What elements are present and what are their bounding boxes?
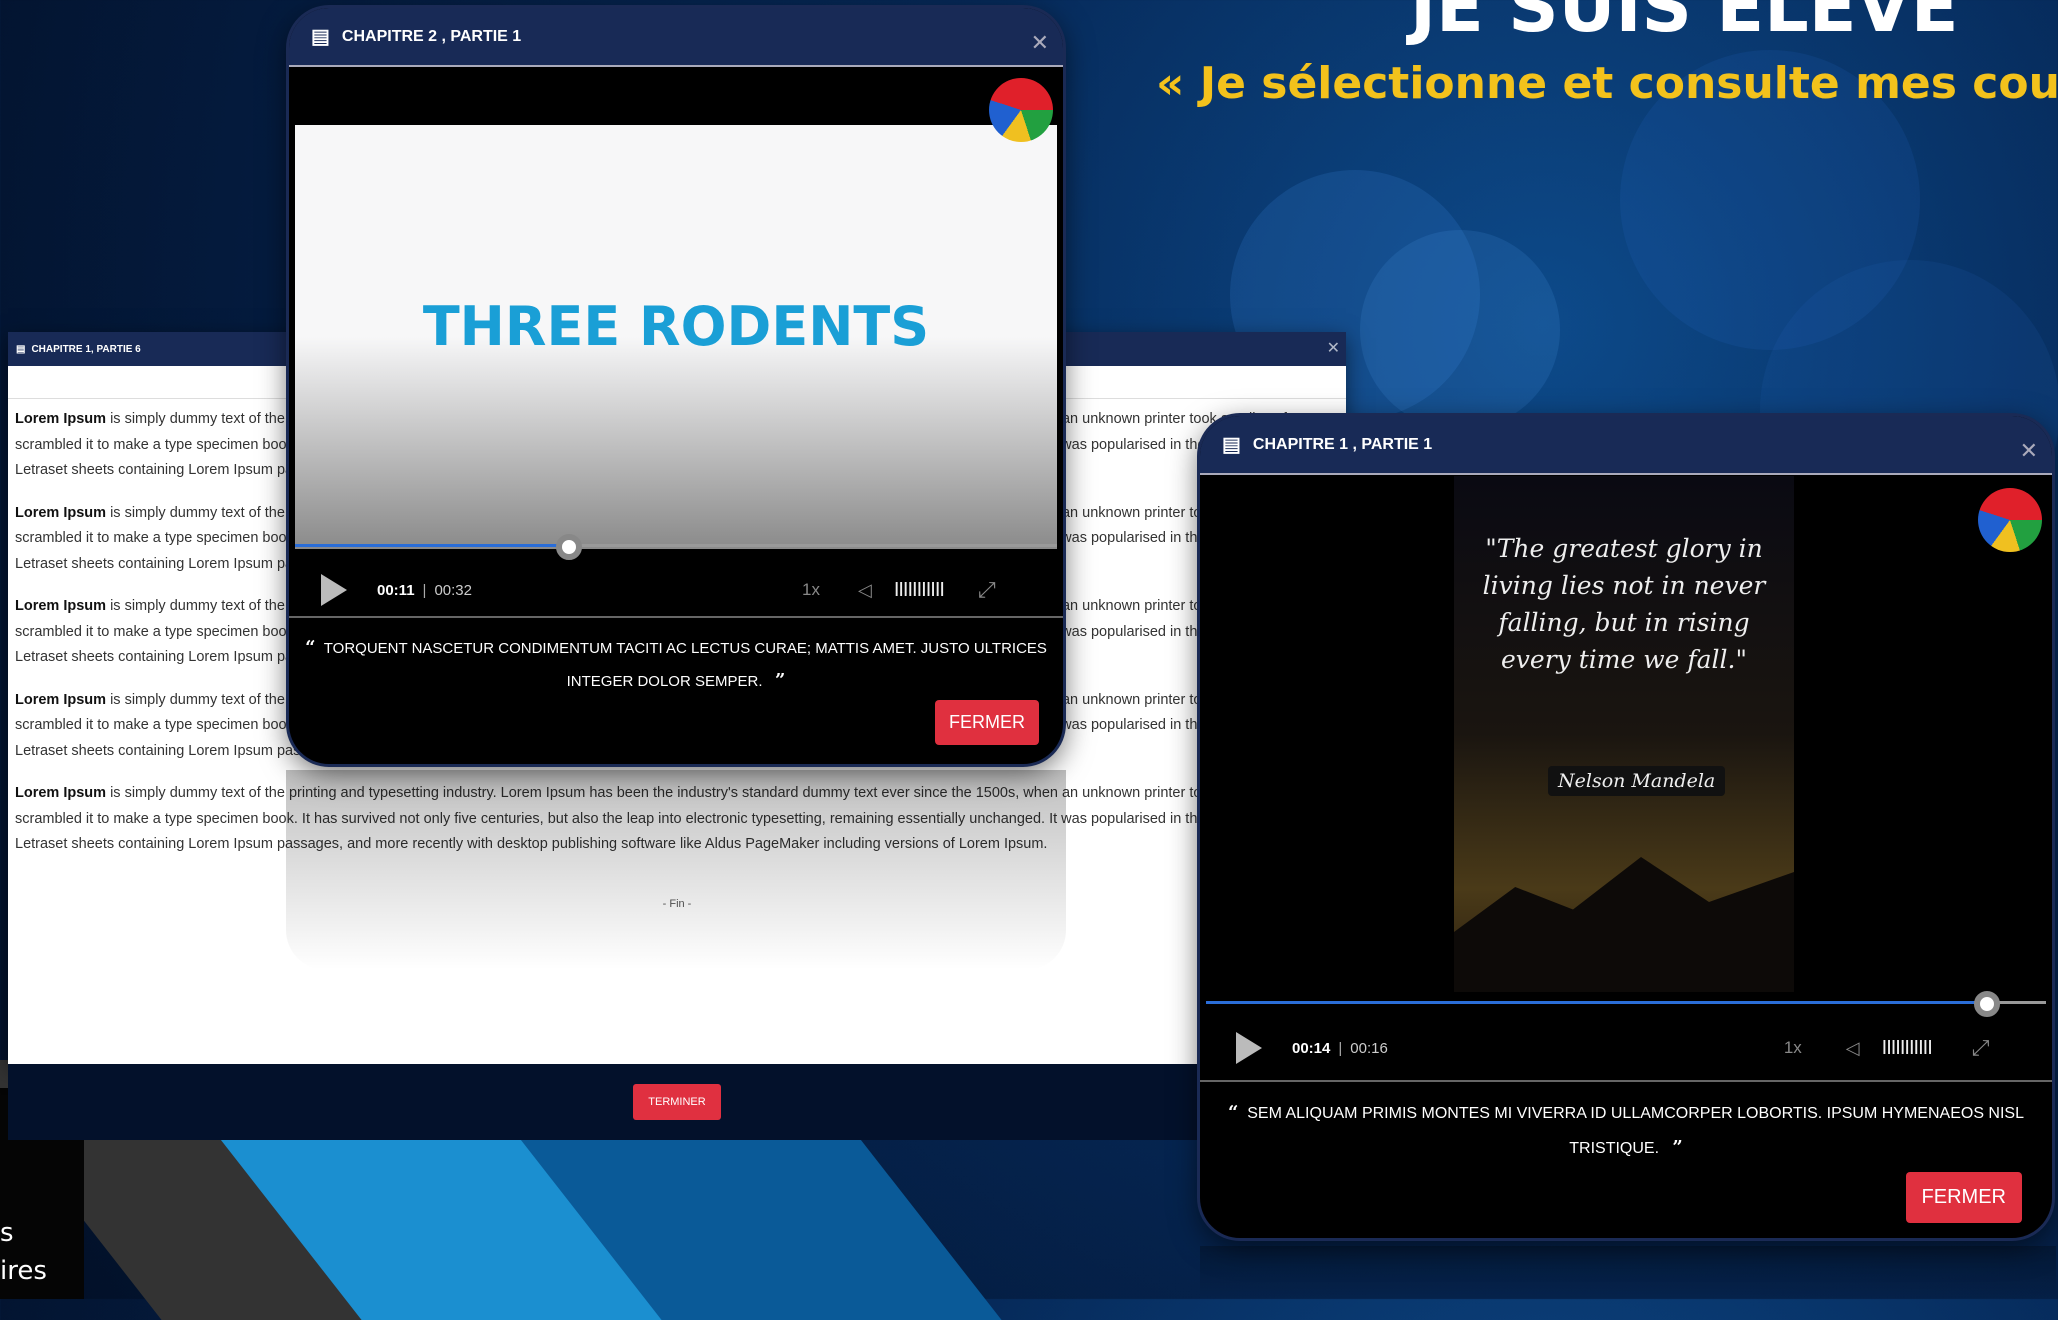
volume-slider[interactable]: IIIIIIIIIII	[894, 579, 945, 602]
caption-text: “ TORQUENT NASCETUR CONDIMENTUM TACITI A…	[289, 632, 1063, 698]
progress-fill	[295, 544, 570, 547]
mountain-silhouette	[1454, 857, 1794, 992]
caption-line: TRISTIQUE.	[1569, 1140, 1660, 1157]
document-icon: ▤	[16, 343, 26, 355]
fullscreen-icon[interactable]: ⤢	[978, 577, 996, 603]
video-player-window: ▤ CHAPITRE 1 , PARTIE 1 ✕ "The greatest …	[1200, 416, 2052, 1238]
progress-bar[interactable]	[295, 534, 1057, 560]
brand-logo-icon	[1978, 488, 2042, 552]
close-quote-icon: ”	[1672, 1137, 1683, 1158]
video-titlebar: ▤ CHAPITRE 2 , PARTIE 1	[289, 8, 1063, 67]
quote-line: "The greatest glory in	[1485, 534, 1763, 563]
player-controls: 00:14 | 00:16 1x ◁ IIIIIIIIIII ⤢	[1200, 1028, 2052, 1068]
play-icon[interactable]	[1236, 1032, 1262, 1064]
quote-line: falling, but in rising	[1498, 608, 1750, 637]
document-title: CHAPITRE 1, PARTIE 6	[31, 343, 141, 355]
caption-text: “ SEM ALIQUAM PRIMIS MONTES MI VIVERRA I…	[1200, 1096, 2052, 1166]
play-icon[interactable]	[321, 574, 347, 606]
quote-line: every time we fall."	[1501, 645, 1747, 674]
progress-fill	[1206, 1001, 1988, 1004]
slide-title: THREE RODENTS	[422, 295, 930, 358]
divider	[289, 616, 1063, 618]
volume-icon[interactable]: ◁	[858, 580, 872, 601]
open-quote-icon: “	[1228, 1102, 1239, 1123]
bokeh-decoration	[1360, 230, 1560, 430]
video-frame: "The greatest glory in living lies not i…	[1454, 476, 1794, 992]
duration: 00:32	[434, 581, 472, 599]
volume-icon[interactable]: ◁	[1846, 1038, 1860, 1059]
paragraph-lead: Lorem Ipsum	[15, 598, 107, 614]
progress-bar[interactable]	[1206, 991, 2046, 1017]
monitor-icon: ▤	[311, 26, 330, 48]
video-frame: THREE RODENTS	[295, 125, 1057, 549]
time-display: 00:11 | 00:32	[377, 581, 472, 599]
caption-line: INTEGER DOLOR SEMPER.	[566, 673, 763, 690]
window-reflection	[286, 770, 1066, 970]
monitor-icon: ▤	[1222, 434, 1241, 456]
speed-button[interactable]: 1x	[1784, 1038, 1802, 1058]
fermer-button[interactable]: FERMER	[1905, 1172, 2022, 1223]
close-icon[interactable]: ✕	[1031, 30, 1049, 56]
brand-logo-icon	[989, 78, 1053, 142]
progress-handle[interactable]	[1974, 991, 2001, 1017]
window-reflection	[1200, 1246, 2056, 1299]
open-quote-icon: “	[305, 637, 316, 658]
page-headline: JE SUIS ÉLÈVE	[1410, 0, 1959, 48]
close-quote-icon: ”	[775, 670, 786, 691]
progress-handle[interactable]	[556, 534, 583, 560]
duration: 00:16	[1350, 1039, 1388, 1057]
caption-line: SEM ALIQUAM PRIMIS MONTES MI VIVERRA ID …	[1247, 1105, 2024, 1122]
corner-text-line1: s	[0, 1218, 14, 1248]
quote-line: living lies not in never	[1482, 571, 1766, 600]
terminer-button[interactable]: TERMINER	[633, 1084, 721, 1120]
fullscreen-icon[interactable]: ⤢	[1972, 1035, 1990, 1061]
quote-author: Nelson Mandela	[1548, 766, 1726, 796]
current-time: 00:11	[377, 581, 415, 599]
paragraph-lead: Lorem Ipsum	[15, 691, 107, 708]
paragraph-lead: Lorem Ipsum	[15, 785, 107, 801]
close-icon[interactable]: ✕	[1327, 338, 1340, 358]
video-title: CHAPITRE 2 , PARTIE 1	[341, 27, 522, 45]
video-player-window: ▤ CHAPITRE 2 , PARTIE 1 ✕ THREE RODENTS …	[289, 8, 1063, 764]
paragraph-lead: Lorem Ipsum	[15, 411, 107, 427]
caption-line: TORQUENT NASCETUR CONDIMENTUM TACITI AC …	[323, 640, 1047, 657]
speed-button[interactable]: 1x	[802, 580, 820, 600]
video-titlebar: ▤ CHAPITRE 1 , PARTIE 1	[1200, 416, 2052, 475]
fermer-button[interactable]: FERMER	[935, 700, 1039, 745]
player-controls: 00:11 | 00:32 1x ◁ IIIIIIIIIII ⤢	[289, 570, 1063, 610]
document-footer: TERMINER	[8, 1064, 1346, 1140]
divider	[1200, 1080, 2052, 1082]
video-title: CHAPITRE 1 , PARTIE 1	[1252, 435, 1433, 453]
volume-slider[interactable]: IIIIIIIIIII	[1882, 1037, 1933, 1060]
current-time: 00:14	[1292, 1039, 1331, 1057]
close-icon[interactable]: ✕	[2020, 438, 2038, 464]
corner-text-line2: ires	[0, 1256, 47, 1286]
page-subheadline: « Je sélectionne et consulte mes cours	[1156, 58, 2058, 109]
quote-text: "The greatest glory in living lies not i…	[1454, 530, 1794, 678]
paragraph-lead: Lorem Ipsum	[15, 504, 107, 521]
time-display: 00:14 | 00:16	[1292, 1039, 1388, 1057]
